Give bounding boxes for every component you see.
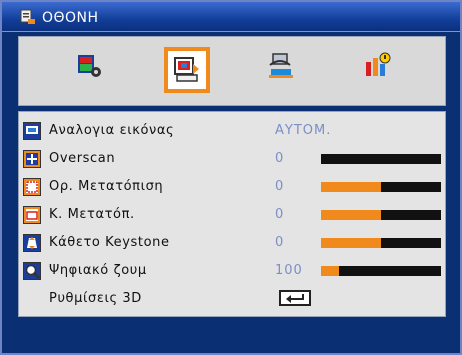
menu-label: Overscan: [49, 151, 116, 166]
digital-zoom-icon: [23, 262, 41, 280]
menu-row-digital-zoom[interactable]: Ψηφιακό ζουμ 100: [19, 260, 445, 281]
menu-value: ΑΥΤΟΜ.: [275, 123, 332, 138]
menu-value: 100: [275, 263, 303, 278]
menu-label: Κάθετο Keystone: [49, 235, 170, 250]
menu-value: 0: [275, 235, 285, 250]
h-shift-icon: [23, 178, 41, 196]
menu-value: 0: [275, 179, 285, 194]
title-bar: ΟΘΟΝΗ: [2, 2, 460, 32]
tab-system[interactable]: [262, 47, 308, 93]
tab-display[interactable]: [164, 47, 210, 93]
overscan-icon: [23, 150, 41, 168]
osd-window: ΟΘΟΝΗ Αναλογια εικόνας ΑΥΤΟΜ. Overscan 0…: [0, 0, 462, 355]
aspect-ratio-icon: [23, 122, 41, 140]
level-fill: [321, 238, 381, 248]
level-fill: [321, 210, 381, 220]
v-shift-icon: [23, 206, 41, 224]
level-fill: [321, 182, 381, 192]
menu-tabs: [18, 36, 446, 106]
info-options-icon: [366, 52, 391, 76]
system-settings-icon: [269, 53, 293, 78]
level-fill: [321, 266, 339, 276]
level-bar[interactable]: [321, 182, 441, 192]
menu-row-h-shift[interactable]: Ορ. Μετατόπιση 0: [19, 176, 445, 197]
menu-label: Ορ. Μετατόπιση: [49, 179, 164, 194]
menu-row-keystone[interactable]: Κάθετο Keystone 0: [19, 232, 445, 253]
menu-value: 0: [275, 207, 285, 222]
level-bar[interactable]: [321, 266, 441, 276]
menu-label: Αναλογια εικόνας: [49, 123, 175, 138]
display-menu-icon: [20, 9, 35, 24]
menu-value: 0: [275, 151, 285, 166]
tab-options[interactable]: [358, 47, 404, 93]
menu-label: Ψηφιακό ζουμ: [49, 263, 147, 278]
menu-row-v-shift[interactable]: Κ. Μετατόπ. 0: [19, 204, 445, 225]
menu-row-overscan[interactable]: Overscan 0: [19, 148, 445, 169]
enter-button[interactable]: [279, 290, 311, 306]
window-title: ΟΘΟΝΗ: [42, 10, 99, 26]
settings-panel: Αναλογια εικόνας ΑΥΤΟΜ. Overscan 0 Ορ. Μ…: [18, 111, 446, 317]
level-bar[interactable]: [321, 210, 441, 220]
display-settings-icon: [174, 57, 199, 82]
level-bar[interactable]: [321, 154, 441, 164]
menu-row-3d-settings[interactable]: Ρυθμίσεις 3D: [19, 288, 445, 309]
menu-row-aspect-ratio[interactable]: Αναλογια εικόνας ΑΥΤΟΜ.: [19, 120, 445, 141]
level-bar[interactable]: [321, 238, 441, 248]
keystone-icon: [23, 234, 41, 252]
menu-label: Ρυθμίσεις 3D: [49, 291, 142, 306]
menu-label: Κ. Μετατόπ.: [49, 207, 135, 222]
image-settings-icon: [78, 55, 101, 77]
tab-image[interactable]: [71, 47, 117, 93]
enter-key-icon: [286, 294, 304, 303]
